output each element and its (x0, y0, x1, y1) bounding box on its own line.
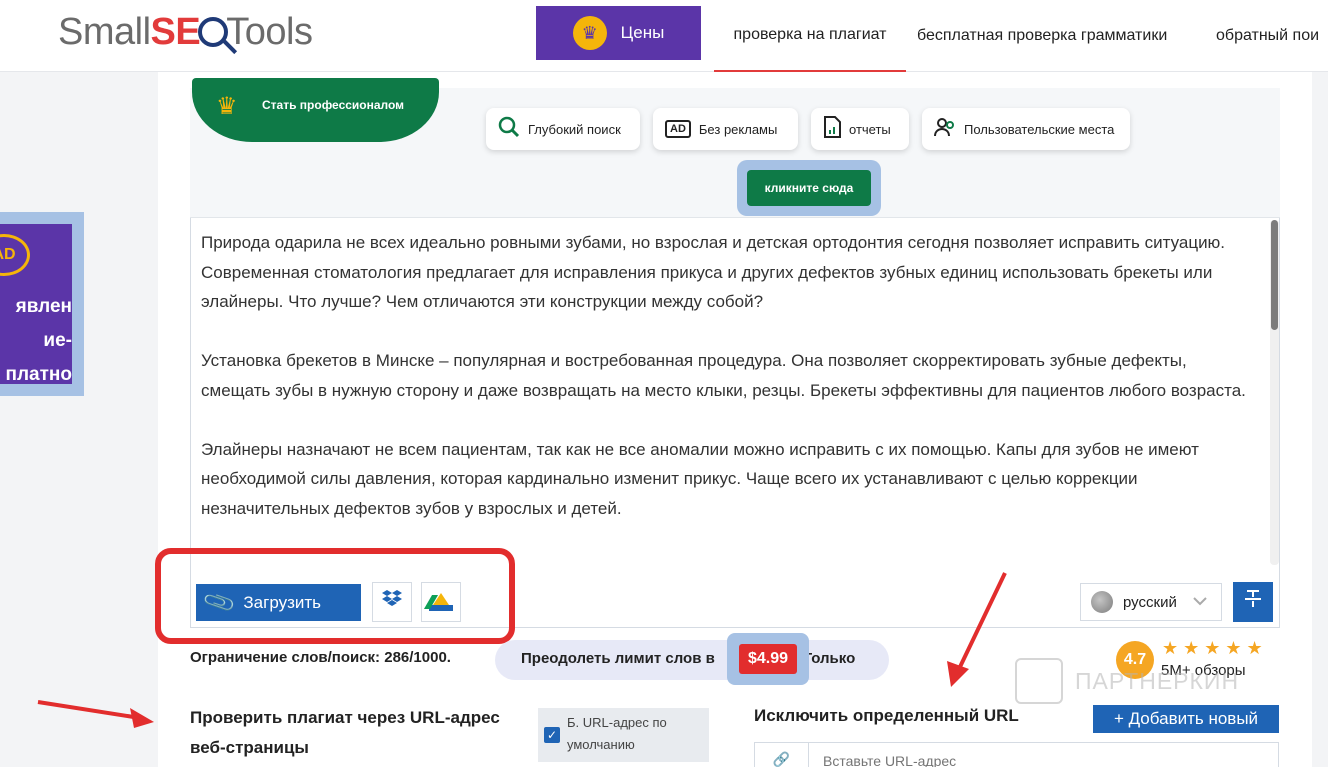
exclude-url-field: 🔗 (754, 742, 1279, 767)
site-logo[interactable]: Small SE Tools (58, 6, 313, 58)
url-check-title: Проверить плагиат через URL-адрес веб-ст… (190, 708, 500, 757)
crown-icon: ♛ (216, 93, 238, 120)
prices-label: Цены (620, 23, 665, 42)
feature-user-seats[interactable]: Пользовательские места (922, 108, 1130, 150)
logo-seo: SE (150, 10, 201, 53)
click-here-highlight: кликните сюда (737, 160, 881, 216)
text-paragraph: Установка брекетов в Минске – популярная… (201, 351, 1246, 400)
text-paragraph: Элайнеры назначают не всем пациентам, та… (201, 439, 1199, 518)
logo-suffix: Tools (226, 10, 313, 53)
overcome-limit-banner[interactable]: Преодолеть лимит слов в Только (495, 640, 889, 680)
nav-plagiarism-check[interactable]: проверка на плагиат (714, 0, 906, 72)
chevron-down-icon (1191, 592, 1209, 615)
exclude-url-input[interactable] (823, 753, 1263, 767)
text-input-area[interactable]: Природа одарила не всех идеально ровными… (201, 228, 1253, 566)
nav-grammar-check[interactable]: бесплатная проверка грамматики (917, 0, 1167, 72)
site-header: Small SE Tools ♛ Цены проверка на плагиат … (0, 0, 1328, 72)
checkbox-checked-icon[interactable]: ✓ (544, 727, 560, 743)
feature-reports[interactable]: отчеты (811, 108, 909, 150)
word-limit-text: Ограничение слов/поиск: 286/1000. (190, 649, 451, 666)
nav-reverse-search[interactable]: обратный пои (1216, 0, 1319, 72)
watermark: ПАРТНЕРКИН (1015, 656, 1280, 706)
feature-no-ads[interactable]: AD Без рекламы (653, 108, 798, 150)
ad-icon: AD (665, 120, 691, 138)
editor-scrollbar-thumb[interactable] (1271, 220, 1278, 330)
language-value: русский (1123, 593, 1177, 611)
red-annotation-box (155, 548, 515, 644)
text-paragraph: Природа одарила не всех идеально ровными… (201, 233, 1226, 311)
exclude-url-title: Исключить определенный URL (754, 706, 1019, 725)
go-pro-ribbon[interactable]: ♛ Стать профессионалом (192, 78, 439, 142)
language-select[interactable]: русский (1080, 583, 1222, 621)
crown-icon: ♛ (572, 16, 607, 50)
price-highlight: $4.99 (727, 633, 809, 685)
left-ad-text: явлен ие- платно (5, 296, 73, 384)
users-icon (934, 116, 956, 143)
click-here-button[interactable]: кликните сюда (747, 170, 871, 206)
default-url-option[interactable]: ✓ Б. URL-адрес по умолчанию (538, 708, 709, 762)
left-side-ad[interactable]: AD явлен ие- платно (0, 212, 84, 396)
no-ads-icon: AD (0, 234, 30, 276)
overcome-suffix: Только (803, 650, 856, 667)
red-arrow-icon (37, 700, 154, 728)
clear-text-button[interactable] (1233, 582, 1273, 622)
strikethrough-icon (1243, 588, 1263, 616)
price-tag[interactable]: $4.99 (739, 644, 797, 674)
go-pro-label: Стать профессионалом (262, 98, 405, 112)
report-icon (823, 115, 841, 143)
watermark-logo-icon (1015, 658, 1063, 704)
default-url-label: Б. URL-адрес по умолчанию (567, 715, 667, 752)
feature-label: отчеты (849, 121, 891, 137)
link-icon: 🔗 (755, 743, 809, 767)
watermark-text: ПАРТНЕРКИН (1075, 667, 1240, 694)
left-ad-panel: AD явлен ие- платно (0, 224, 72, 384)
feature-label: Пользовательские места (964, 121, 1115, 137)
add-new-url-button[interactable]: + Добавить новый (1093, 705, 1279, 733)
globe-icon (1091, 591, 1113, 613)
overcome-prefix: Преодолеть лимит слов в (521, 650, 715, 667)
prices-button[interactable]: ♛ Цены (536, 6, 701, 60)
search-icon (498, 116, 520, 143)
red-arrow-icon (947, 572, 1007, 687)
feature-deep-search[interactable]: Глубокий поиск (486, 108, 640, 150)
feature-label: Без рекламы (698, 121, 778, 137)
magnifier-logo-icon (198, 17, 229, 47)
logo-prefix: Small (58, 10, 151, 53)
feature-label: Глубокий поиск (528, 121, 621, 137)
